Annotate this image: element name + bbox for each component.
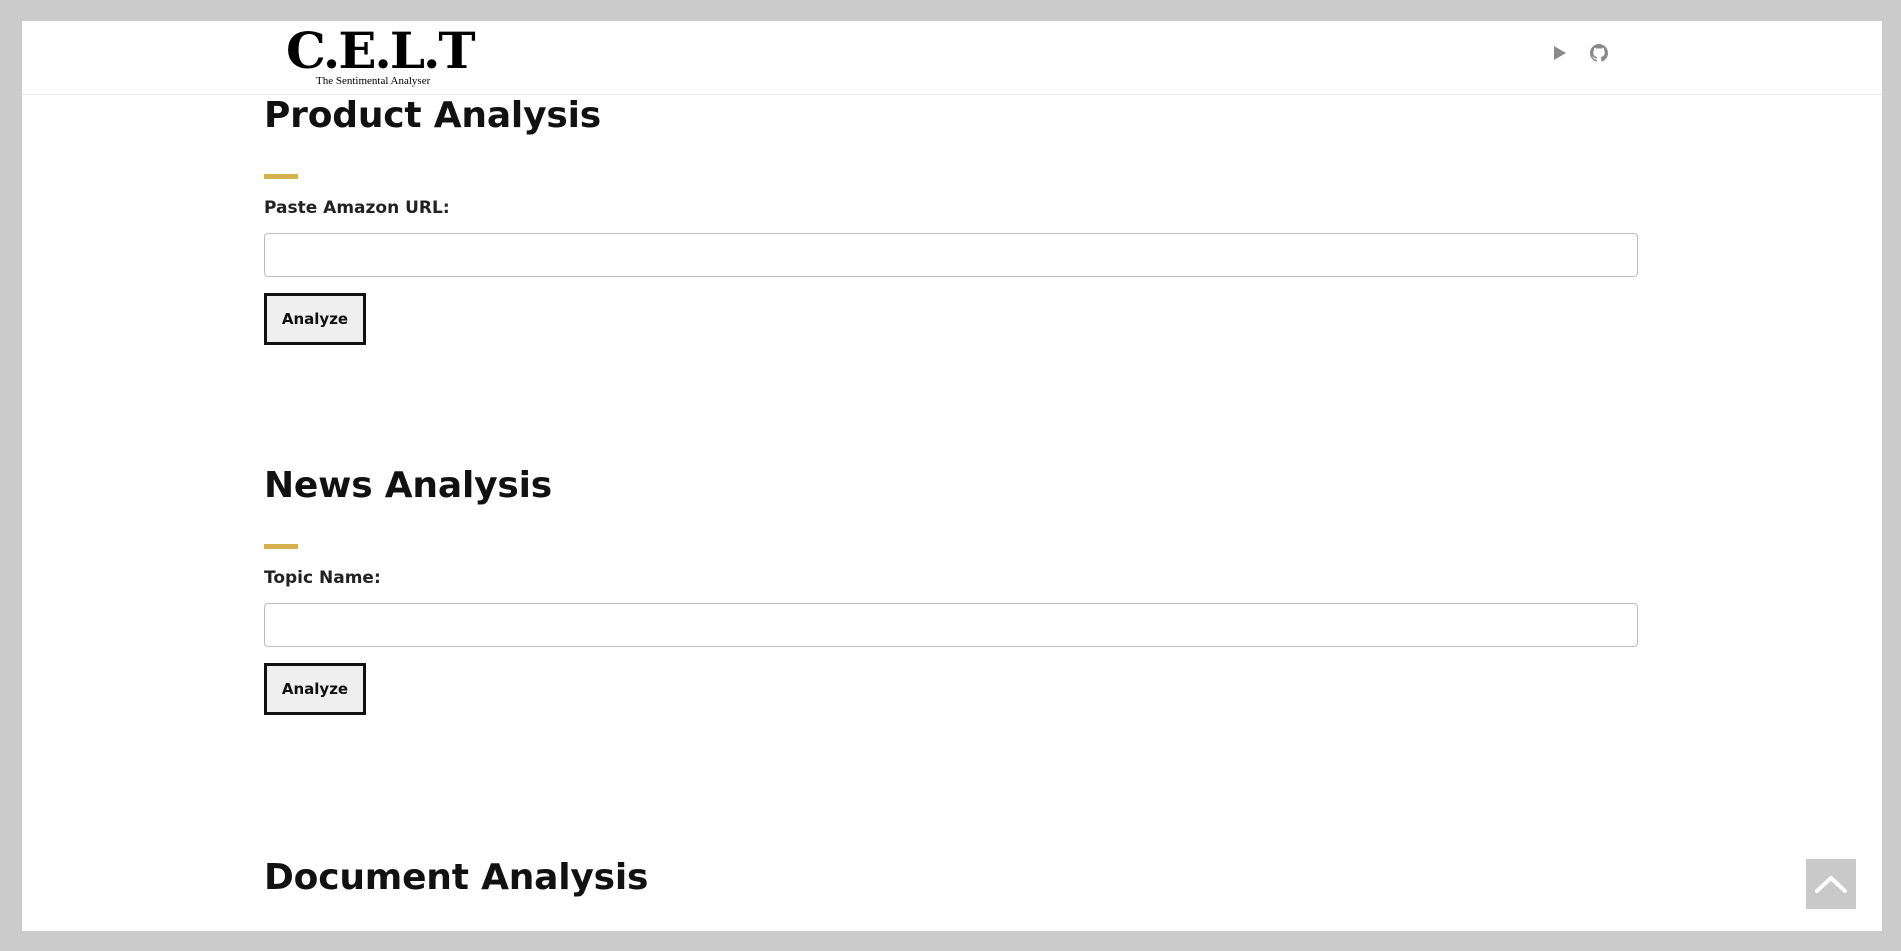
- site-header: C.E.L.T The Sentimental Analyser: [22, 21, 1882, 95]
- product-analyze-button[interactable]: Analyze: [264, 293, 366, 345]
- accent-bar: [264, 174, 298, 179]
- logo-title: C.E.L.T: [286, 21, 476, 80]
- news-analyze-button[interactable]: Analyze: [264, 663, 366, 715]
- product-analysis-title: Product Analysis: [264, 95, 601, 136]
- amazon-url-input[interactable]: [264, 233, 1638, 277]
- topic-name-label: Topic Name:: [264, 568, 381, 588]
- amazon-url-label: Paste Amazon URL:: [264, 198, 450, 218]
- scroll-to-top-button[interactable]: [1806, 859, 1856, 909]
- logo-subtitle: The Sentimental Analyser: [316, 75, 431, 87]
- page: C.E.L.T The Sentimental Analyser Product…: [22, 21, 1882, 931]
- document-analysis-title: Document Analysis: [264, 857, 649, 898]
- github-icon[interactable]: [1589, 43, 1609, 63]
- logo[interactable]: C.E.L.T The Sentimental Analyser: [286, 23, 486, 89]
- play-icon[interactable]: [1550, 43, 1570, 63]
- topic-name-input[interactable]: [264, 603, 1638, 647]
- news-analysis-title: News Analysis: [264, 465, 552, 506]
- accent-bar: [264, 544, 298, 549]
- chevron-up-icon: [1815, 876, 1847, 893]
